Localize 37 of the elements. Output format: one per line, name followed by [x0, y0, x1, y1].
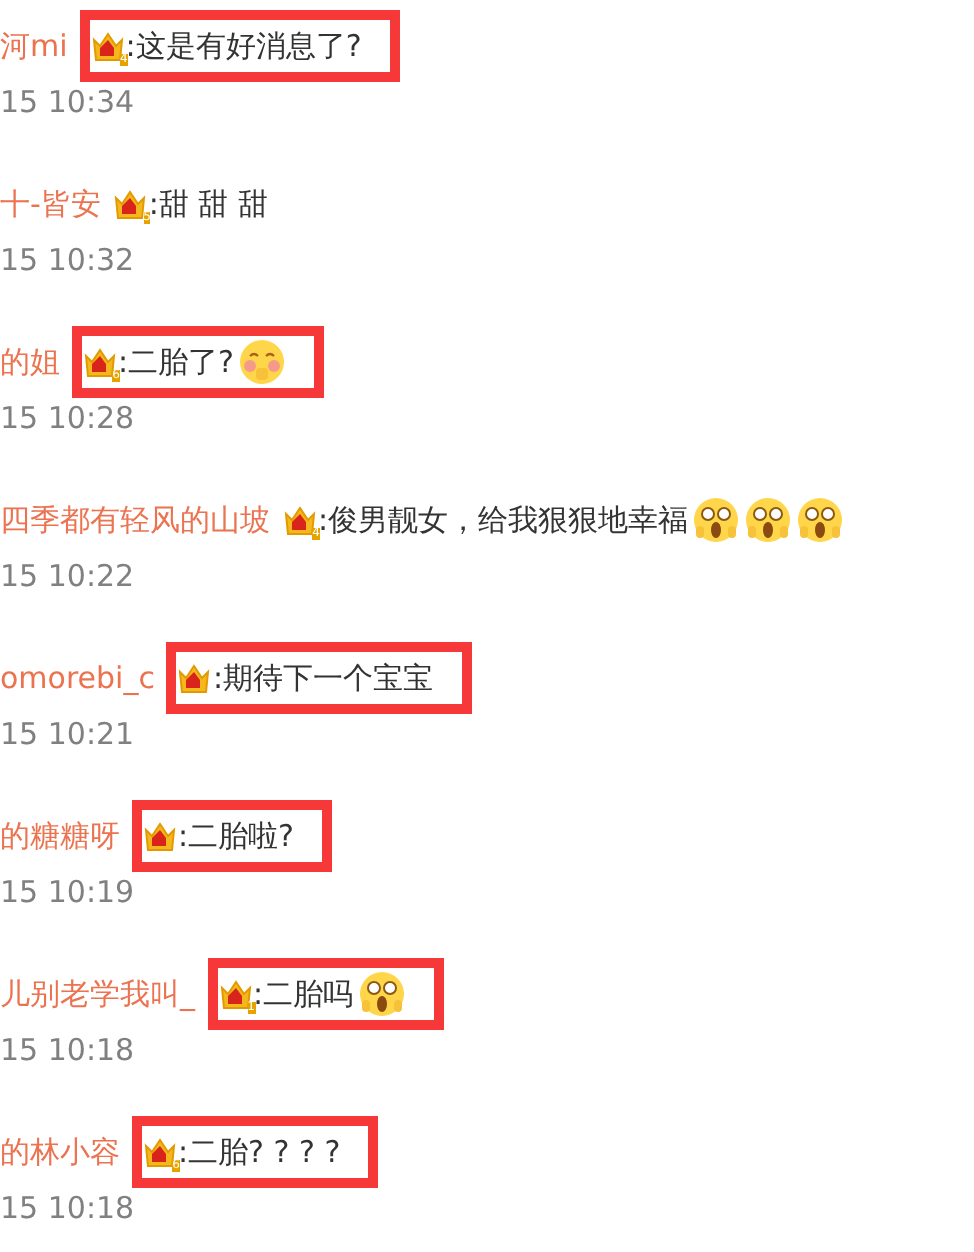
- shocked-face-icon: [744, 496, 793, 544]
- shocked-face-icon: [357, 970, 406, 1018]
- user-name[interactable]: 儿别老学我叫_: [0, 975, 195, 1013]
- crown-badge-icon: [142, 1134, 178, 1170]
- comment-text: :二胎了?: [118, 343, 235, 381]
- shocked-face-icon: [692, 496, 741, 544]
- comment-time: 15 10:34: [0, 82, 137, 122]
- user-name[interactable]: 四季都有轻风的山坡: [0, 501, 270, 539]
- user-name[interactable]: 的糖糖呀: [0, 817, 120, 855]
- comment-text: :二胎吗: [253, 975, 354, 1013]
- comment-time: 15 10:21: [0, 714, 137, 754]
- crown-badge-icon: [217, 976, 253, 1012]
- comment-time: 15 10:19: [0, 872, 137, 912]
- comment-text: :二胎? ? ? ?: [178, 1133, 341, 1171]
- comment-text: :二胎啦?: [178, 817, 295, 855]
- shocked-face-icon: [796, 496, 845, 544]
- comment-text: :俊男靓女，给我狠狠地幸福: [318, 501, 689, 539]
- crown-badge-icon: [176, 660, 213, 696]
- crown-badge-icon: [112, 186, 149, 222]
- comment-time: 15 10:32: [0, 240, 137, 280]
- comment-text: :这是有好消息了?: [125, 27, 362, 65]
- comment-text: :甜 甜 甜: [148, 185, 269, 223]
- blushing-face-icon: [238, 338, 287, 386]
- comment-time: 15 10:18: [0, 1030, 137, 1070]
- user-name[interactable]: 的姐: [0, 343, 60, 381]
- comment-text: :期待下一个宝宝: [212, 659, 434, 697]
- comment-time: 15 10:22: [0, 556, 137, 596]
- crown-badge-icon: [89, 28, 126, 64]
- comment-time: 15 10:28: [0, 398, 137, 438]
- user-name[interactable]: 的林小容: [0, 1133, 120, 1171]
- crown-badge-icon: [142, 818, 178, 854]
- comment-time: 15 10:18: [0, 1188, 137, 1228]
- crown-badge-icon: [282, 502, 318, 538]
- user-name[interactable]: 河mi: [0, 27, 68, 65]
- user-name[interactable]: omorebi_c: [0, 660, 155, 696]
- crown-badge-icon: [82, 344, 118, 380]
- user-name[interactable]: 十-皆安: [0, 185, 101, 223]
